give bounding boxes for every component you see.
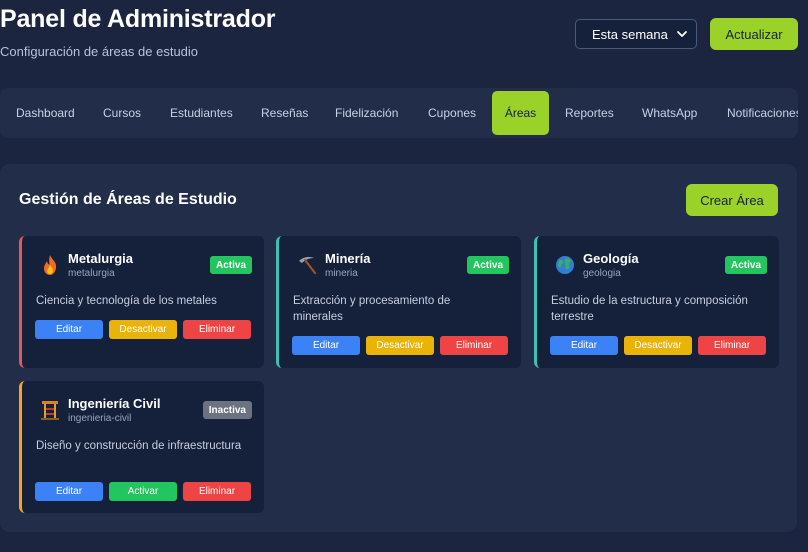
- delete-button[interactable]: Eliminar: [183, 482, 251, 501]
- chevron-down-icon: [677, 31, 687, 37]
- area-name: Minería: [325, 251, 371, 266]
- page-title: Panel de Administrador: [0, 5, 276, 33]
- status-badge: Activa: [466, 256, 509, 274]
- deactivate-button[interactable]: Desactivar: [366, 336, 434, 355]
- deactivate-button[interactable]: Desactivar: [109, 320, 177, 339]
- delete-button[interactable]: Eliminar: [698, 336, 766, 355]
- nav-tab-dashboard[interactable]: Dashboard: [16, 91, 75, 135]
- construction-icon: [41, 401, 59, 420]
- status-badge: Activa: [209, 256, 252, 274]
- status-badge: Inactiva: [202, 401, 252, 419]
- nav-tab-cupones[interactable]: Cupones: [428, 91, 476, 135]
- status-badge: Activa: [724, 256, 767, 274]
- deactivate-button[interactable]: Desactivar: [624, 336, 692, 355]
- area-card: Minería mineria Activa Extracción y proc…: [276, 236, 521, 368]
- area-description: Diseño y construcción de infraestructura: [36, 440, 242, 452]
- pickaxe-icon: [299, 257, 317, 275]
- edit-button[interactable]: Editar: [292, 336, 360, 355]
- area-slug: metalurgia: [68, 268, 115, 279]
- area-description: Ciencia y tecnología de los metales: [36, 295, 217, 307]
- page-subtitle: Configuración de áreas de estudio: [0, 44, 199, 59]
- area-card: Ingeniería Civil ingenieria-civil Inacti…: [19, 381, 264, 513]
- nav-tab-areas[interactable]: Áreas: [492, 91, 549, 135]
- edit-button[interactable]: Editar: [35, 482, 103, 501]
- areas-panel: Gestión de Áreas de Estudio Crear Área M…: [0, 164, 797, 532]
- panel-title: Gestión de Áreas de Estudio: [19, 191, 237, 208]
- area-name: Geología: [583, 251, 639, 266]
- globe-icon: [556, 256, 574, 274]
- nav-tab-reportes[interactable]: Reportes: [565, 91, 614, 135]
- nav-tab-cursos[interactable]: Cursos: [103, 91, 141, 135]
- nav-tab-whatsapp[interactable]: WhatsApp: [642, 91, 697, 135]
- nav-tab-estudiantes[interactable]: Estudiantes: [170, 91, 233, 135]
- area-slug: geologia: [583, 268, 621, 279]
- delete-button[interactable]: Eliminar: [183, 320, 251, 339]
- refresh-button[interactable]: Actualizar: [710, 18, 798, 50]
- area-card: Geología geologia Activa Estudio de la e…: [534, 236, 779, 368]
- activate-button[interactable]: Activar: [109, 482, 177, 501]
- area-slug: mineria: [325, 268, 358, 279]
- fire-icon: [44, 255, 57, 275]
- area-name: Ingeniería Civil: [68, 396, 161, 411]
- nav-tab-fidelizacion[interactable]: Fidelización: [335, 91, 398, 135]
- area-name: Metalurgia: [68, 251, 134, 266]
- main-nav: Dashboard Cursos Estudiantes Reseñas Fid…: [0, 88, 798, 138]
- period-select[interactable]: Esta semana: [575, 19, 697, 49]
- nav-tab-notificaciones[interactable]: Notificaciones: [727, 91, 798, 135]
- create-area-button[interactable]: Crear Área: [686, 184, 778, 216]
- nav-tab-resenas[interactable]: Reseñas: [261, 91, 308, 135]
- area-description: Extracción y procesamiento de minerales: [293, 295, 451, 323]
- edit-button[interactable]: Editar: [35, 320, 103, 339]
- edit-button[interactable]: Editar: [550, 336, 618, 355]
- period-select-value: Esta semana: [592, 26, 668, 42]
- area-slug: ingenieria-civil: [68, 413, 132, 424]
- delete-button[interactable]: Eliminar: [440, 336, 508, 355]
- area-card: Metalurgia metalurgia Activa Ciencia y t…: [19, 236, 264, 368]
- area-description: Estudio de la estructura y composición t…: [551, 295, 748, 323]
